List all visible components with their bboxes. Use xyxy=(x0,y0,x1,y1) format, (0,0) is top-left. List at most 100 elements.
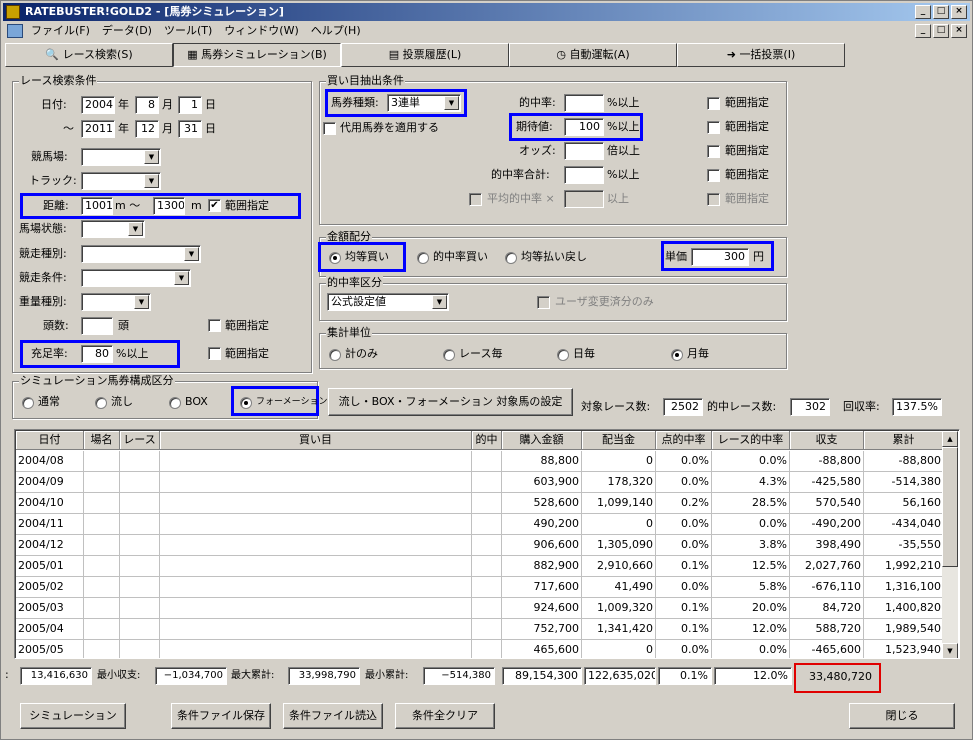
header-profit[interactable]: 収支 xyxy=(790,431,864,450)
scroll-up-icon[interactable]: ▲ xyxy=(942,431,958,447)
distance-to-input[interactable]: 1300 xyxy=(153,197,185,215)
equal-payout-radio[interactable] xyxy=(505,252,517,264)
avg-hit-checkbox[interactable] xyxy=(469,193,482,206)
equal-buy-radio[interactable] xyxy=(329,252,341,264)
table-cell xyxy=(160,598,472,619)
table-cell: 0.1% xyxy=(656,556,712,577)
table-cell xyxy=(472,535,502,556)
to-day-input[interactable]: 31 xyxy=(178,120,202,138)
odds-range-checkbox[interactable] xyxy=(707,145,720,158)
heads-range-checkbox[interactable] xyxy=(208,319,221,332)
chevron-down-icon: ▼ xyxy=(144,174,159,188)
table-cell: -434,040 xyxy=(864,514,944,535)
exp-range-checkbox[interactable] xyxy=(707,121,720,134)
avg-hit-input[interactable] xyxy=(564,190,604,208)
header-cumulative[interactable]: 累計 xyxy=(864,431,944,450)
header-point-rate[interactable]: 点的中率 xyxy=(656,431,712,450)
proxy-ticket-checkbox[interactable] xyxy=(323,122,336,135)
sim-nagashi-radio[interactable] xyxy=(95,397,107,409)
close-window-button[interactable]: × xyxy=(951,5,967,19)
header-race[interactable]: レース xyxy=(120,431,160,450)
expectation-input[interactable]: 100 xyxy=(564,118,604,136)
sim-formation-radio[interactable] xyxy=(240,397,252,409)
tab-race-search[interactable]: 🔍 レース検索(S) xyxy=(5,43,173,67)
header-bets[interactable]: 買い目 xyxy=(160,431,472,450)
header-race-rate[interactable]: レース的中率 xyxy=(712,431,790,450)
from-year-input[interactable]: 2004 xyxy=(81,96,115,114)
menu-data[interactable]: データ(D) xyxy=(96,22,158,40)
group-title: 的中率区分 xyxy=(326,276,383,290)
hit-class-select[interactable]: 公式設定値 ▼ xyxy=(327,293,449,311)
user-only-checkbox[interactable] xyxy=(537,296,550,309)
table-cell: 1,099,140 xyxy=(582,493,656,514)
sim-normal-radio[interactable] xyxy=(22,397,34,409)
yen-label: 円 xyxy=(753,250,764,263)
hit-range-checkbox[interactable] xyxy=(707,97,720,110)
tab-ticket-sim[interactable]: ▦ 馬券シミュレーション(B) xyxy=(173,43,341,67)
total-point-rate-value: 0.1% xyxy=(658,667,712,685)
menu-help[interactable]: ヘルプ(H) xyxy=(305,22,367,40)
hit-sum-input[interactable] xyxy=(564,166,604,184)
from-day-input[interactable]: 1 xyxy=(178,96,202,114)
header-payout[interactable]: 配当金 xyxy=(582,431,656,450)
agg-total-radio[interactable] xyxy=(329,349,341,361)
maximize-button[interactable]: □ xyxy=(933,5,949,19)
close-button[interactable]: 閉じる xyxy=(849,703,955,729)
header-date[interactable]: 日付 xyxy=(16,431,84,450)
distance-range-checkbox[interactable]: ✔ xyxy=(208,199,221,212)
distance-from-input[interactable]: 1001 xyxy=(81,197,113,215)
to-month-input[interactable]: 12 xyxy=(135,120,159,138)
table-cell: 3.8% xyxy=(712,535,790,556)
from-month-input[interactable]: 8 xyxy=(135,96,159,114)
clear-conditions-button[interactable]: 条件全クリア xyxy=(395,703,495,729)
agg-day-radio[interactable] xyxy=(557,349,569,361)
fill-input[interactable]: 80 xyxy=(81,345,113,363)
load-conditions-button[interactable]: 条件ファイル読込 xyxy=(283,703,383,729)
header-purchase[interactable]: 購入金額 xyxy=(502,431,582,450)
child-close-button[interactable]: × xyxy=(951,24,967,38)
race-type-select[interactable]: ▼ xyxy=(81,245,201,263)
table-cell xyxy=(160,514,472,535)
scroll-down-icon[interactable]: ▼ xyxy=(942,643,958,658)
header-hit[interactable]: 的中 xyxy=(472,431,502,450)
agg-race-radio[interactable] xyxy=(443,349,455,361)
unit-price-input[interactable]: 300 xyxy=(691,248,749,266)
race-cond-select[interactable]: ▼ xyxy=(81,269,191,287)
scroll-thumb[interactable] xyxy=(942,447,958,567)
heads-input[interactable] xyxy=(81,317,113,335)
group-title: レース検索条件 xyxy=(19,74,98,88)
hitsum-range-checkbox[interactable] xyxy=(707,169,720,182)
child-minimize-button[interactable]: _ xyxy=(915,24,931,38)
vertical-scrollbar[interactable]: ▲ ▼ xyxy=(942,431,958,658)
table-cell: 2,027,760 xyxy=(790,556,864,577)
sim-box-radio[interactable] xyxy=(169,397,181,409)
ticket-type-select[interactable]: 3連単 ▼ xyxy=(387,94,461,112)
course-select[interactable]: ▼ xyxy=(81,148,161,166)
menu-window[interactable]: ウィンドウ(W) xyxy=(218,22,304,40)
hit-rate-input[interactable] xyxy=(564,94,604,112)
fill-range-checkbox[interactable] xyxy=(208,347,221,360)
save-conditions-button[interactable]: 条件ファイル保存 xyxy=(171,703,271,729)
table-cell xyxy=(160,640,472,658)
minimize-button[interactable]: _ xyxy=(915,5,931,19)
hitsum-unit: %以上 xyxy=(607,168,640,181)
avg-range-checkbox[interactable] xyxy=(707,193,720,206)
condition-select[interactable]: ▼ xyxy=(81,220,145,238)
odds-input[interactable] xyxy=(564,142,604,160)
menu-tools[interactable]: ツール(T) xyxy=(158,22,218,40)
hit-rate-buy-radio[interactable] xyxy=(417,252,429,264)
tab-auto-run[interactable]: ◷ 自動運転(A) xyxy=(509,43,677,67)
table-cell xyxy=(472,556,502,577)
to-year-input[interactable]: 2011 xyxy=(81,120,115,138)
child-restore-button[interactable]: □ xyxy=(933,24,949,38)
agg-month-radio[interactable] xyxy=(671,349,683,361)
track-select[interactable]: ▼ xyxy=(81,172,161,190)
target-horse-settings-button[interactable]: 流し・BOX・フォーメーション 対象馬の設定 xyxy=(328,388,573,416)
weight-select[interactable]: ▼ xyxy=(81,293,151,311)
menu-file[interactable]: ファイル(F) xyxy=(25,22,96,40)
tab-batch-vote[interactable]: ➜ 一括投票(I) xyxy=(677,43,845,67)
simulate-button[interactable]: シミュレーション xyxy=(20,703,126,729)
tab-vote-history[interactable]: ▤ 投票履歴(L) xyxy=(341,43,509,67)
header-course[interactable]: 場名 xyxy=(84,431,120,450)
m-label: m xyxy=(191,199,202,212)
